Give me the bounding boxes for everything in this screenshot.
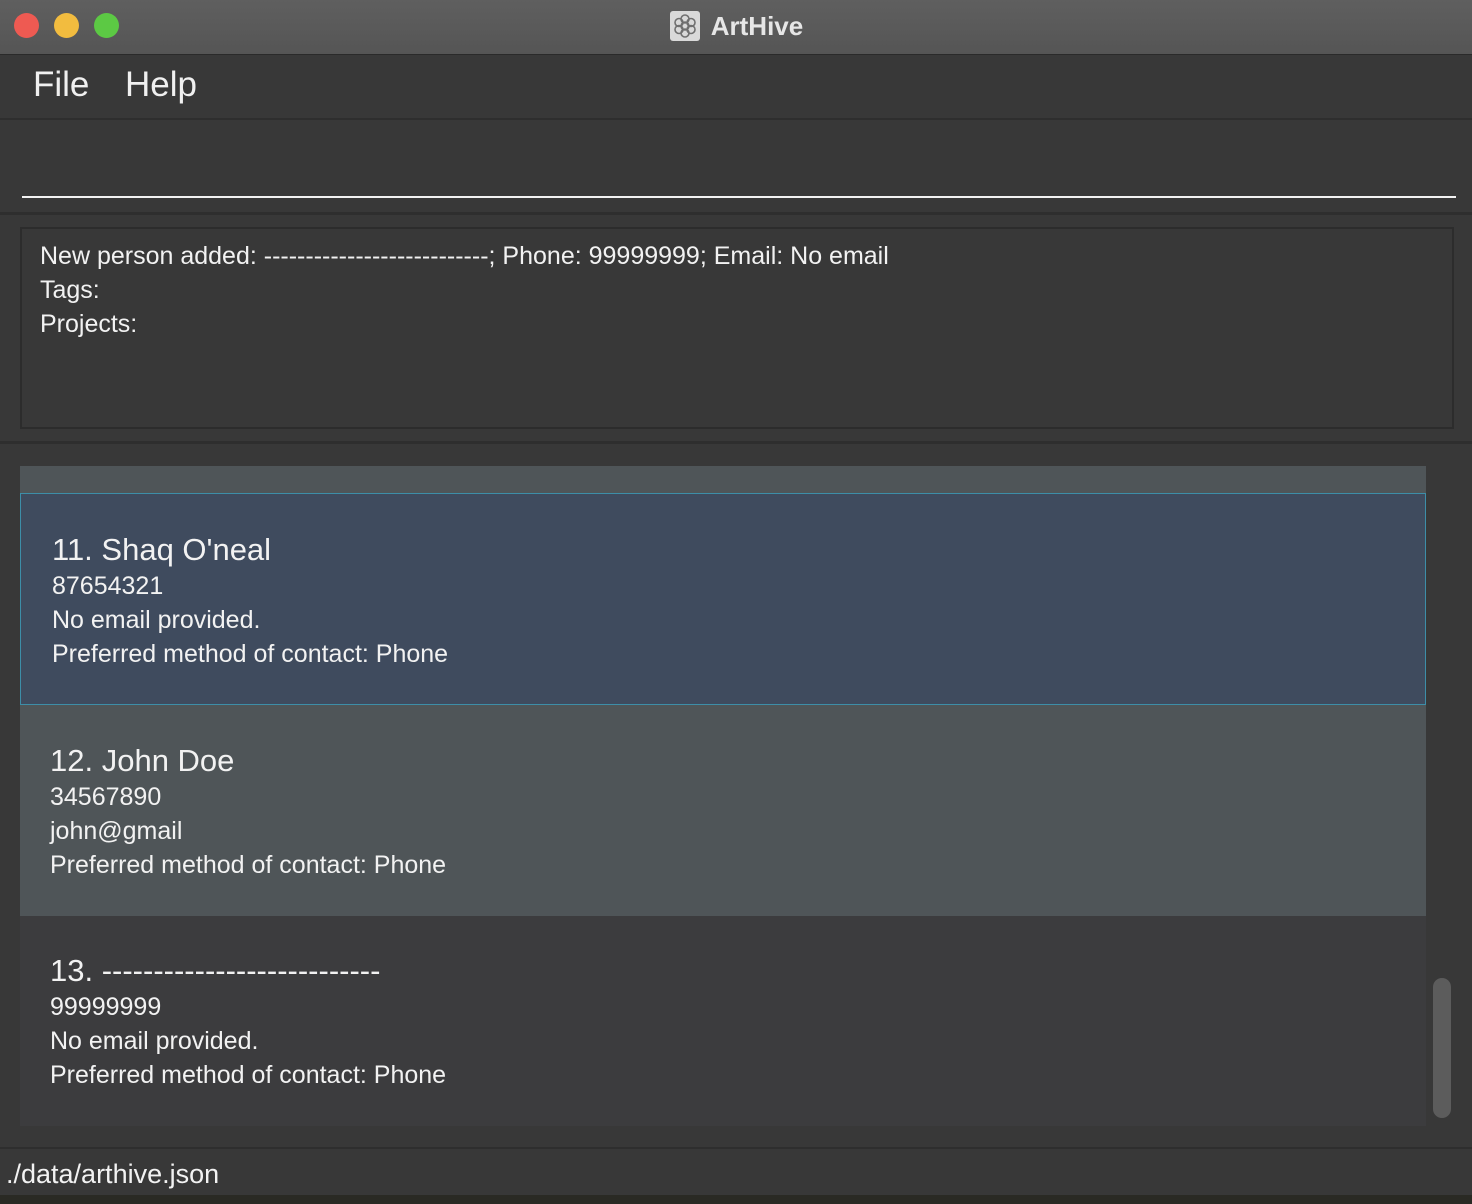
person-contact-method: Preferred method of contact: Phone xyxy=(50,851,447,879)
person-email: john@gmail xyxy=(50,817,183,845)
command-input[interactable] xyxy=(22,140,1456,198)
person-phone: 99999999 xyxy=(50,993,162,1021)
result-line-tags: Tags: xyxy=(40,276,100,304)
window-title-group: ArtHive xyxy=(0,8,1472,44)
result-line-message: New person added: ----------------------… xyxy=(40,242,889,270)
person-phone: 34567890 xyxy=(50,783,162,811)
window-title: ArtHive xyxy=(710,10,804,41)
status-bar: ./data/arthive.json xyxy=(0,1147,1472,1197)
save-file-path: ./data/arthive.json xyxy=(6,1159,220,1189)
person-list[interactable]: 11. Shaq O'neal 87654321 No email provid… xyxy=(20,466,1426,1126)
desktop-edge xyxy=(0,1195,1472,1204)
person-contact-method: Preferred method of contact: Phone xyxy=(52,640,449,668)
flower-pattern-icon xyxy=(669,10,701,42)
menu-help[interactable]: Help xyxy=(125,65,197,105)
result-line-projects: Projects: xyxy=(40,310,138,338)
person-email: No email provided. xyxy=(50,1027,259,1055)
person-name: 12. John Doe xyxy=(50,743,235,778)
list-scrollbar-thumb[interactable] xyxy=(1433,978,1451,1118)
person-list-panel: 11. Shaq O'neal 87654321 No email provid… xyxy=(0,444,1472,1146)
list-item-partial[interactable] xyxy=(20,466,1426,493)
title-bar[interactable]: ArtHive xyxy=(0,0,1472,55)
person-name: 13. --------------------------- xyxy=(50,953,381,988)
result-display-panel: New person added: ----------------------… xyxy=(0,215,1472,444)
person-contact-method: Preferred method of contact: Phone xyxy=(50,1061,447,1089)
person-card[interactable]: 13. --------------------------- 99999999… xyxy=(20,916,1426,1126)
person-name: 11. Shaq O'neal xyxy=(52,532,272,567)
person-card[interactable]: 12. John Doe 34567890 john@gmail Preferr… xyxy=(20,705,1426,916)
result-display[interactable]: New person added: ----------------------… xyxy=(20,227,1454,429)
menu-file[interactable]: File xyxy=(33,65,89,105)
menu-bar: File Help xyxy=(0,55,1472,120)
app-window: ArtHive File Help New person added: ----… xyxy=(0,0,1472,1204)
person-email: No email provided. xyxy=(52,606,261,634)
person-phone: 87654321 xyxy=(52,572,164,600)
command-box-panel xyxy=(0,120,1472,215)
person-card[interactable]: 11. Shaq O'neal 87654321 No email provid… xyxy=(20,493,1426,705)
